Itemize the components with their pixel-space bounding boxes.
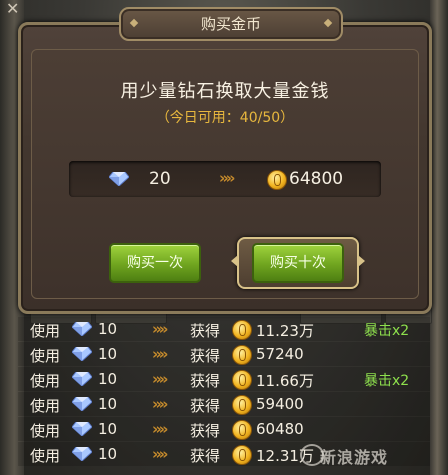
log-row: 使用 10 »» 获得 57240 bbox=[0, 341, 448, 367]
double-chevron-icon: »» bbox=[152, 320, 168, 338]
get-label: 获得 bbox=[190, 397, 221, 415]
get-label: 获得 bbox=[190, 322, 221, 340]
exchange-rate-bar: 20 »» 64800 bbox=[69, 161, 381, 197]
diamond-icon bbox=[72, 347, 92, 361]
get-label: 获得 bbox=[190, 372, 221, 390]
gold-coin-icon bbox=[232, 420, 252, 440]
diamond-cost: 20 bbox=[149, 169, 171, 189]
exchange-headline: 用少量钻石换取大量金钱 bbox=[120, 81, 330, 102]
gold-coin-icon bbox=[232, 345, 252, 365]
use-label: 使用 bbox=[30, 372, 61, 390]
double-chevron-icon: »» bbox=[152, 420, 168, 438]
diamond-cost: 10 bbox=[98, 445, 118, 463]
critical-label: 暴击x2 bbox=[364, 323, 410, 339]
frame-arrow-left-icon bbox=[231, 255, 238, 267]
gold-coin-icon bbox=[267, 170, 287, 190]
buy-ten-button[interactable]: 购买十次 bbox=[252, 243, 344, 283]
get-label: 获得 bbox=[190, 447, 221, 465]
buy-gold-dialog: 购买金币 用少量钻石换取大量金钱 （今日可用：40/50） 20 »» 6480… bbox=[18, 7, 432, 314]
diamond-cost: 10 bbox=[98, 345, 118, 363]
log-row: 使用 10 »» 获得 11.23万 暴击x2 bbox=[0, 316, 448, 342]
diamond-icon bbox=[72, 397, 92, 411]
diamond-cost: 10 bbox=[98, 395, 118, 413]
double-chevron-icon: »» bbox=[152, 395, 168, 413]
gold-coin-icon bbox=[232, 370, 252, 390]
gold-gain: 11.23万 bbox=[256, 322, 314, 340]
gold-gain: 57240 bbox=[256, 345, 304, 363]
critical-label: 暴击x2 bbox=[364, 373, 410, 389]
double-chevron-icon: »» bbox=[152, 345, 168, 363]
use-label: 使用 bbox=[30, 447, 61, 465]
diamond-cost: 10 bbox=[98, 370, 118, 388]
use-label: 使用 bbox=[30, 322, 61, 340]
use-label: 使用 bbox=[30, 397, 61, 415]
buy-once-button[interactable]: 购买一次 bbox=[109, 243, 201, 283]
double-chevron-icon: »» bbox=[219, 169, 235, 187]
daily-limit-text: （今日可用：40/50） bbox=[155, 110, 295, 126]
double-chevron-icon: »» bbox=[152, 445, 168, 463]
get-label: 获得 bbox=[190, 347, 221, 365]
tab-ornament-right bbox=[323, 18, 333, 28]
gold-gain: 60480 bbox=[256, 420, 304, 438]
watermark: 新浪游戏 bbox=[320, 448, 389, 467]
use-label: 使用 bbox=[30, 347, 61, 365]
gold-coin-icon bbox=[232, 445, 252, 465]
double-chevron-icon: »» bbox=[152, 370, 168, 388]
close-icon[interactable]: ✕ bbox=[6, 1, 46, 17]
log-row: 使用 10 »» 获得 11.66万 暴击x2 bbox=[0, 366, 448, 392]
log-row: 使用 10 »» 获得 59400 bbox=[0, 391, 448, 417]
diamond-cost: 10 bbox=[98, 420, 118, 438]
tab-ornament-left bbox=[129, 18, 139, 28]
gold-gain: 11.66万 bbox=[256, 372, 314, 390]
dialog-title: 购买金币 bbox=[200, 15, 261, 33]
gold-coin-icon bbox=[232, 320, 252, 340]
diamond-icon bbox=[72, 422, 92, 436]
diamond-cost: 10 bbox=[98, 320, 118, 338]
dialog-title-tab: 购买金币 bbox=[119, 7, 343, 41]
get-label: 获得 bbox=[190, 422, 221, 440]
diamond-icon bbox=[109, 172, 129, 186]
diamond-icon bbox=[72, 447, 92, 461]
gold-coin-icon bbox=[232, 395, 252, 415]
gold-gain: 64800 bbox=[289, 169, 344, 189]
diamond-icon bbox=[72, 372, 92, 386]
gold-gain: 59400 bbox=[256, 395, 304, 413]
diamond-icon bbox=[72, 322, 92, 336]
use-label: 使用 bbox=[30, 422, 61, 440]
log-row: 使用 10 »» 获得 60480 bbox=[0, 416, 448, 442]
frame-arrow-right-icon bbox=[358, 255, 365, 267]
